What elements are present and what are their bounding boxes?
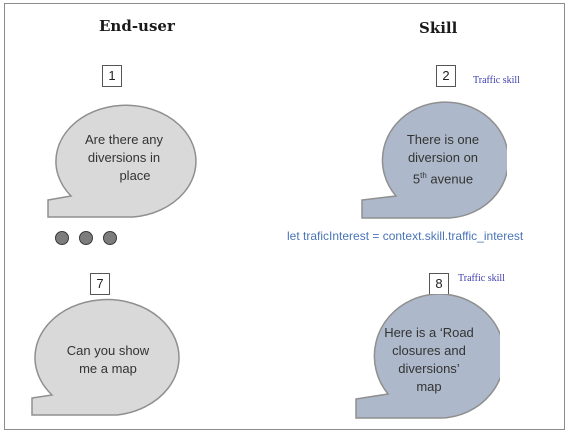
bubble-text-skill-8: Here is a ‘Road closures and diversions’…: [371, 324, 487, 396]
typing-dot: [103, 231, 117, 245]
bubble-text-user-1: Are there any diversions in place: [66, 131, 182, 185]
bubble-line: place: [119, 168, 151, 183]
bubble-line: Are there any: [84, 132, 164, 147]
bubble-line: There is one: [406, 132, 480, 147]
traffic-skill-tag-8: Traffic skill: [458, 273, 505, 284]
traffic-skill-tag-2: Traffic skill: [473, 75, 520, 86]
step-number-2: 2: [436, 65, 456, 87]
bubble-line-part: avenue: [426, 171, 474, 187]
bubble-line: map: [416, 379, 442, 394]
ordinal-suffix: th: [420, 171, 427, 180]
bubble-line: me a map: [79, 361, 137, 376]
step-number-8: 8: [429, 273, 449, 295]
bubble-line: Here is a ‘Road: [384, 325, 474, 340]
typing-dot: [79, 231, 93, 245]
step-number-1: 1: [102, 65, 122, 87]
bubble-line: diversions in: [87, 150, 161, 165]
bubble-line: closures and: [392, 343, 466, 358]
bubble-line: diversions’: [398, 361, 460, 376]
end-user-heading: End-user: [99, 17, 175, 35]
bubble-line: diversion on: [407, 150, 479, 165]
bubble-line: 5th avenue: [385, 167, 501, 188]
typing-dot: [55, 231, 69, 245]
step-number-7: 7: [90, 273, 110, 295]
bubble-text-skill-2: There is one diversion on 5th avenue: [385, 131, 501, 188]
bubble-text-user-7: Can you show me a map: [50, 342, 166, 378]
context-code-line: let traficInterest = context.skill.traff…: [287, 229, 524, 243]
skill-heading: Skill: [419, 19, 458, 37]
bubble-line: Can you show: [66, 343, 150, 358]
